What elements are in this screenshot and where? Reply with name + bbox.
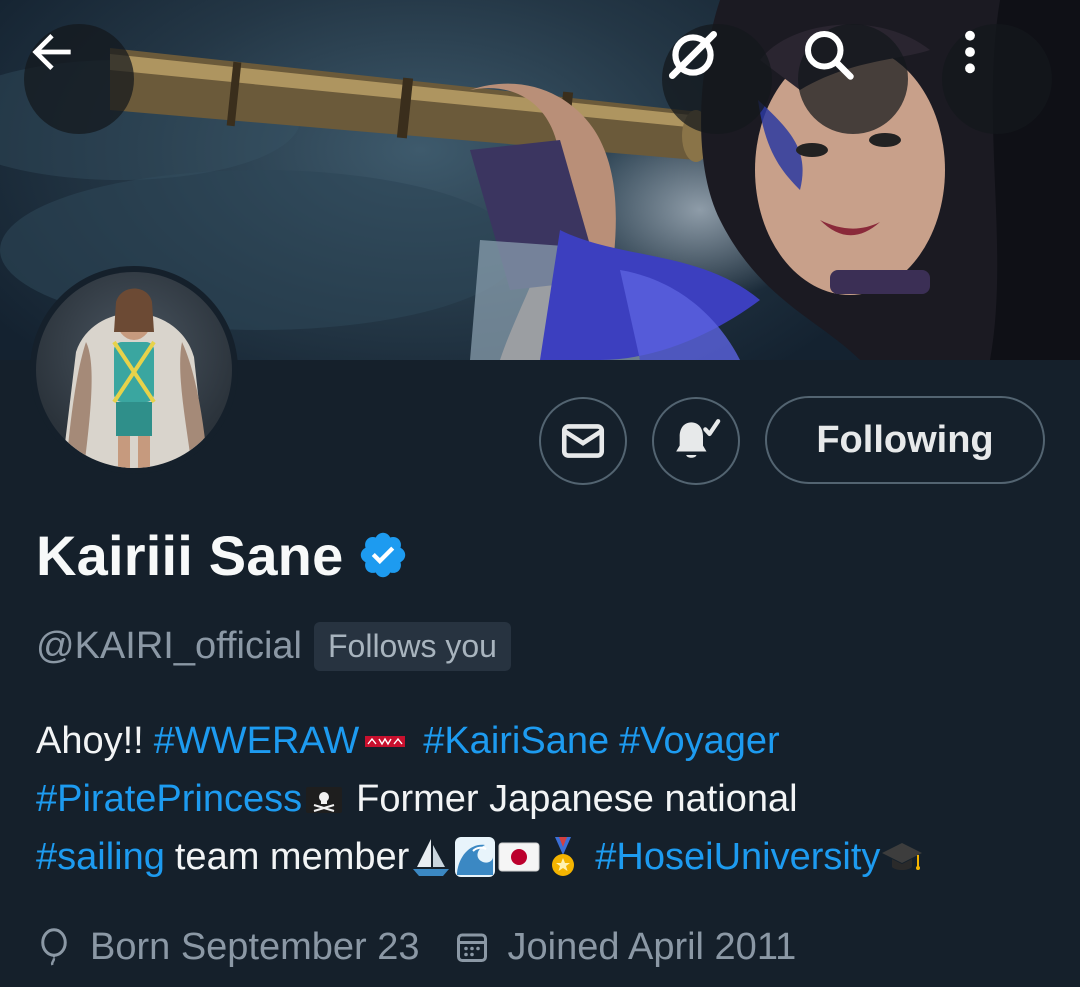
profile-avatar[interactable] <box>30 266 238 474</box>
more-options-button[interactable] <box>942 24 1052 134</box>
wave-icon <box>455 837 496 877</box>
hashtag-link[interactable]: #KairiSane <box>423 712 609 770</box>
message-button[interactable] <box>539 397 627 485</box>
profile-meta: Born September 23 Joined April 2011 <box>36 920 796 974</box>
balloon-icon <box>41 928 67 966</box>
joined-item: Joined April 2011 <box>454 925 797 969</box>
notifications-button[interactable] <box>652 397 740 485</box>
pirate-flag-icon <box>306 787 343 813</box>
medal-icon <box>552 837 575 876</box>
bio-line: #PiratePrincess Former Japanese national <box>36 770 1056 828</box>
arrow-left-icon <box>32 34 71 70</box>
search-icon <box>805 31 854 80</box>
calendar-icon <box>456 933 487 962</box>
grok-slash-icon <box>668 30 718 80</box>
search-button[interactable] <box>798 24 908 134</box>
hashtag-link[interactable]: #WWERAW <box>154 712 359 770</box>
bio-line: Ahoy!! #WWERAW #KairiSane #Voyager <box>36 712 1056 770</box>
profile-bio: Ahoy!! #WWERAW #KairiSane #Voyager #Pira… <box>36 712 1056 886</box>
bio-text: Former Japanese national <box>356 778 798 820</box>
handle: @KAIRI_official <box>36 624 302 667</box>
verified-badge-icon[interactable] <box>357 529 409 581</box>
joined-text: Joined April 2011 <box>507 925 797 968</box>
hashtag-link[interactable]: #Voyager <box>619 712 780 770</box>
hashtag-link[interactable]: #HoseiUniversity <box>595 828 880 886</box>
bio-line: #sailing team member #HoseiUniversity <box>36 828 1056 886</box>
more-vertical-icon <box>965 30 975 74</box>
avatar-image <box>36 272 232 468</box>
bio-text: team member <box>174 836 410 878</box>
sailboat-icon <box>413 839 450 876</box>
birthday-item: Born September 23 <box>36 926 420 969</box>
japan-flag-icon <box>498 842 540 872</box>
birthday-text: Born September 23 <box>90 925 420 968</box>
display-name: Kairiii Sane <box>36 523 344 587</box>
handle-row: @KAIRI_official Follows you <box>36 620 511 672</box>
grok-button[interactable] <box>662 24 772 134</box>
following-button[interactable]: Following <box>765 396 1045 484</box>
hashtag-link[interactable]: #sailing <box>36 828 165 886</box>
mail-icon <box>561 424 605 458</box>
back-button[interactable] <box>24 24 134 134</box>
bio-text: Ahoy!! <box>36 720 144 762</box>
name-row: Kairiii Sane <box>36 522 409 588</box>
hashtag-link[interactable]: #PiratePrincess <box>36 770 302 828</box>
follows-you-badge: Follows you <box>313 621 511 671</box>
graduation-cap-icon <box>882 843 923 870</box>
raw-logo-icon <box>365 736 406 747</box>
bell-check-icon <box>676 419 721 458</box>
